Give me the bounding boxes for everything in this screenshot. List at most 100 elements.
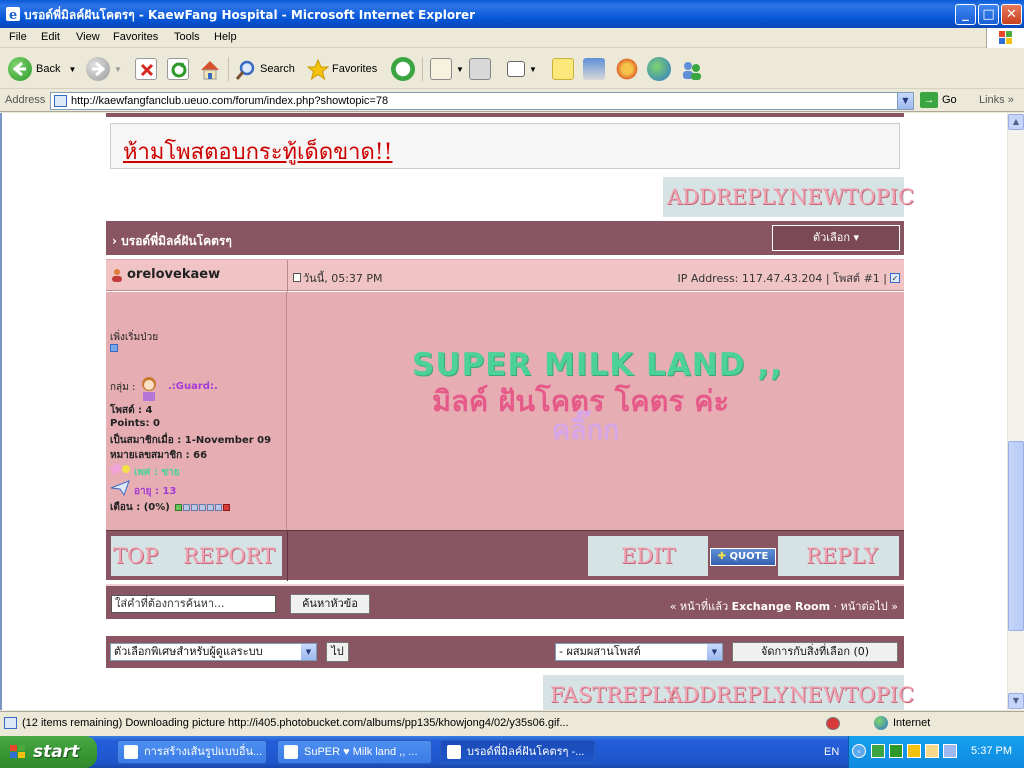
svg-text:e: e [9, 8, 17, 22]
select-checkbox[interactable]: ✓ [890, 273, 900, 283]
mod-go-button[interactable]: ไป [326, 642, 349, 662]
menu-view[interactable]: View [76, 31, 100, 43]
vertical-scrollbar[interactable]: ▲ ▼ [1007, 113, 1024, 710]
windows-flag-icon [10, 745, 25, 758]
research-button[interactable] [583, 54, 605, 84]
edit-button[interactable]: EDIT [621, 544, 675, 568]
post-ip: IP Address: 117.47.43.204 | โพสต์ #1 | ✓ [677, 269, 900, 287]
next-page-link[interactable]: · หน้าต่อไป » [834, 600, 898, 613]
tray-network-icon[interactable] [907, 744, 921, 758]
tray-app-icon[interactable] [889, 744, 903, 758]
address-input[interactable]: http://kaewfangfanclub.ueuo.com/forum/in… [50, 92, 914, 110]
edit-page-button[interactable]: ▼ [507, 54, 537, 84]
maximize-button[interactable]: □ [978, 4, 999, 25]
user-points: Points: 0 [110, 418, 160, 429]
go-arrow-icon: → [920, 92, 938, 108]
tool-button[interactable] [615, 54, 639, 84]
forum-search-button[interactable]: ค้นหาหัวข้อ [290, 594, 370, 614]
merge-posts-select[interactable]: - ผสมผสานโพสต์ ▼ [555, 643, 723, 661]
minimize-button[interactable]: _ [955, 4, 976, 25]
back-button[interactable]: Back ▼ [8, 54, 76, 84]
forum-search-input[interactable]: ใส่คำที่ต้องการค้นหา... [111, 595, 276, 613]
chevron-down-icon[interactable]: ▼ [114, 65, 122, 74]
go-button[interactable]: → Go [920, 92, 957, 108]
window-title: บรอด์พี่มิลค์ฝันโคตรๆ - KaewFang Hospita… [24, 8, 476, 22]
tray-monitor-icon[interactable] [943, 744, 957, 758]
messenger-button[interactable] [647, 54, 671, 84]
taskbar: start การสร้างเส้นรูปแบบอื่น... SuPER ♥ … [0, 736, 1024, 768]
newtopic-bottom-button[interactable]: NEWTOPIC [789, 683, 914, 707]
home-button[interactable] [198, 54, 220, 84]
post-click-link[interactable]: คลิ๊กก [552, 408, 619, 451]
status-text: (12 items remaining) Downloading picture… [22, 717, 569, 729]
privacy-icon [826, 717, 840, 730]
ie-icon [447, 745, 461, 759]
search-button[interactable]: Search [234, 54, 295, 84]
task-item[interactable]: SuPER ♥ Milk land ,, ... [277, 740, 432, 764]
tray-volume-icon[interactable] [925, 744, 939, 758]
topic-header: › บรอด์พี่มิลค์ฝันโคตรๆ ตัวเลือก ▾ [106, 221, 904, 255]
close-button[interactable]: ✕ [1001, 4, 1022, 25]
scroll-down-icon[interactable]: ▼ [1008, 693, 1024, 709]
chevron-down-icon[interactable]: ▼ [456, 65, 464, 74]
menu-help[interactable]: Help [214, 31, 237, 43]
links-button[interactable]: Links » [979, 94, 1014, 106]
users-icon [680, 58, 702, 80]
discuss-button[interactable] [552, 54, 574, 84]
users-button[interactable] [680, 54, 702, 84]
forward-button[interactable]: ▼ [86, 54, 122, 84]
print-button[interactable] [469, 54, 491, 84]
scroll-up-icon[interactable]: ▲ [1008, 114, 1024, 130]
chevron-down-icon[interactable]: ▼ [897, 93, 913, 109]
edit-button-wrap: EDIT [588, 536, 708, 576]
top-button[interactable]: TOP [113, 544, 158, 568]
manage-selected-button[interactable]: จัดการกับสิ่งที่เลือก (0) [732, 642, 898, 662]
user-gender: เพศ : ชาย [134, 467, 180, 478]
burst-icon [615, 57, 639, 81]
search-label: Search [260, 63, 295, 75]
tray-app-icon[interactable] [871, 744, 885, 758]
room-link[interactable]: Exchange Room [732, 600, 830, 613]
windows-logo-icon [986, 28, 1024, 48]
fastreply-button[interactable]: FASTREPLY [550, 683, 678, 707]
task-label: บรอด์พี่มิลค์ฝันโคตรๆ -... [467, 746, 585, 758]
report-button[interactable]: REPORT [183, 544, 275, 568]
mail-icon [430, 58, 452, 80]
newtopic-button[interactable]: NEWTOPIC [789, 185, 914, 209]
printer-icon [469, 58, 491, 80]
ie-icon: e [6, 7, 20, 22]
language-indicator[interactable]: EN [824, 746, 839, 758]
menu-favorites[interactable]: Favorites [113, 31, 158, 43]
group-value: .:Guard:. [168, 381, 218, 392]
favorites-button[interactable]: Favorites [306, 54, 377, 84]
mod-options-value: ตัวเลือกพิเศษสำหรับผู้ดูแลระบบ [114, 645, 263, 658]
group-label: กลุ่ม : [110, 382, 136, 393]
addreply-button[interactable]: ADDREPLY [667, 185, 788, 209]
history-icon [391, 57, 415, 81]
scroll-thumb[interactable] [1008, 441, 1024, 631]
options-button[interactable]: ตัวเลือก ▾ [772, 225, 900, 251]
ie-icon [284, 745, 298, 759]
rank-pip-icon [110, 344, 118, 355]
tray-arrow-icon[interactable]: ‹ [852, 744, 866, 758]
prev-page-link[interactable]: « หน้าที่แล้ว [670, 600, 728, 613]
menu-file[interactable]: File [9, 31, 27, 43]
task-item-active[interactable]: บรอด์พี่มิลค์ฝันโคตรๆ -... [440, 740, 595, 764]
reply-button[interactable]: REPLY [806, 544, 878, 568]
chevron-down-icon[interactable]: ▼ [68, 65, 76, 74]
menu-edit[interactable]: Edit [41, 31, 60, 43]
mail-button[interactable]: ▼ [430, 54, 464, 84]
quote-button[interactable]: ✚ QUOTE [710, 548, 776, 566]
refresh-icon [167, 58, 189, 80]
history-button[interactable] [391, 54, 415, 84]
chevron-down-icon[interactable]: ▼ [529, 65, 537, 74]
refresh-button[interactable] [167, 54, 189, 84]
start-button[interactable]: start [0, 736, 97, 768]
post-ip-text: IP Address: 117.47.43.204 | โพสต์ #1 | [677, 272, 888, 285]
task-item[interactable]: การสร้างเส้นรูปแบบอื่น... [117, 740, 267, 764]
menu-tools[interactable]: Tools [174, 31, 200, 43]
stop-button[interactable] [135, 54, 157, 84]
post-author[interactable]: orelovekaew [110, 267, 220, 282]
addreply-bottom-button[interactable]: ADDREPLY [667, 683, 788, 707]
mod-options-select[interactable]: ตัวเลือกพิเศษสำหรับผู้ดูแลระบบ ▼ [110, 643, 317, 661]
